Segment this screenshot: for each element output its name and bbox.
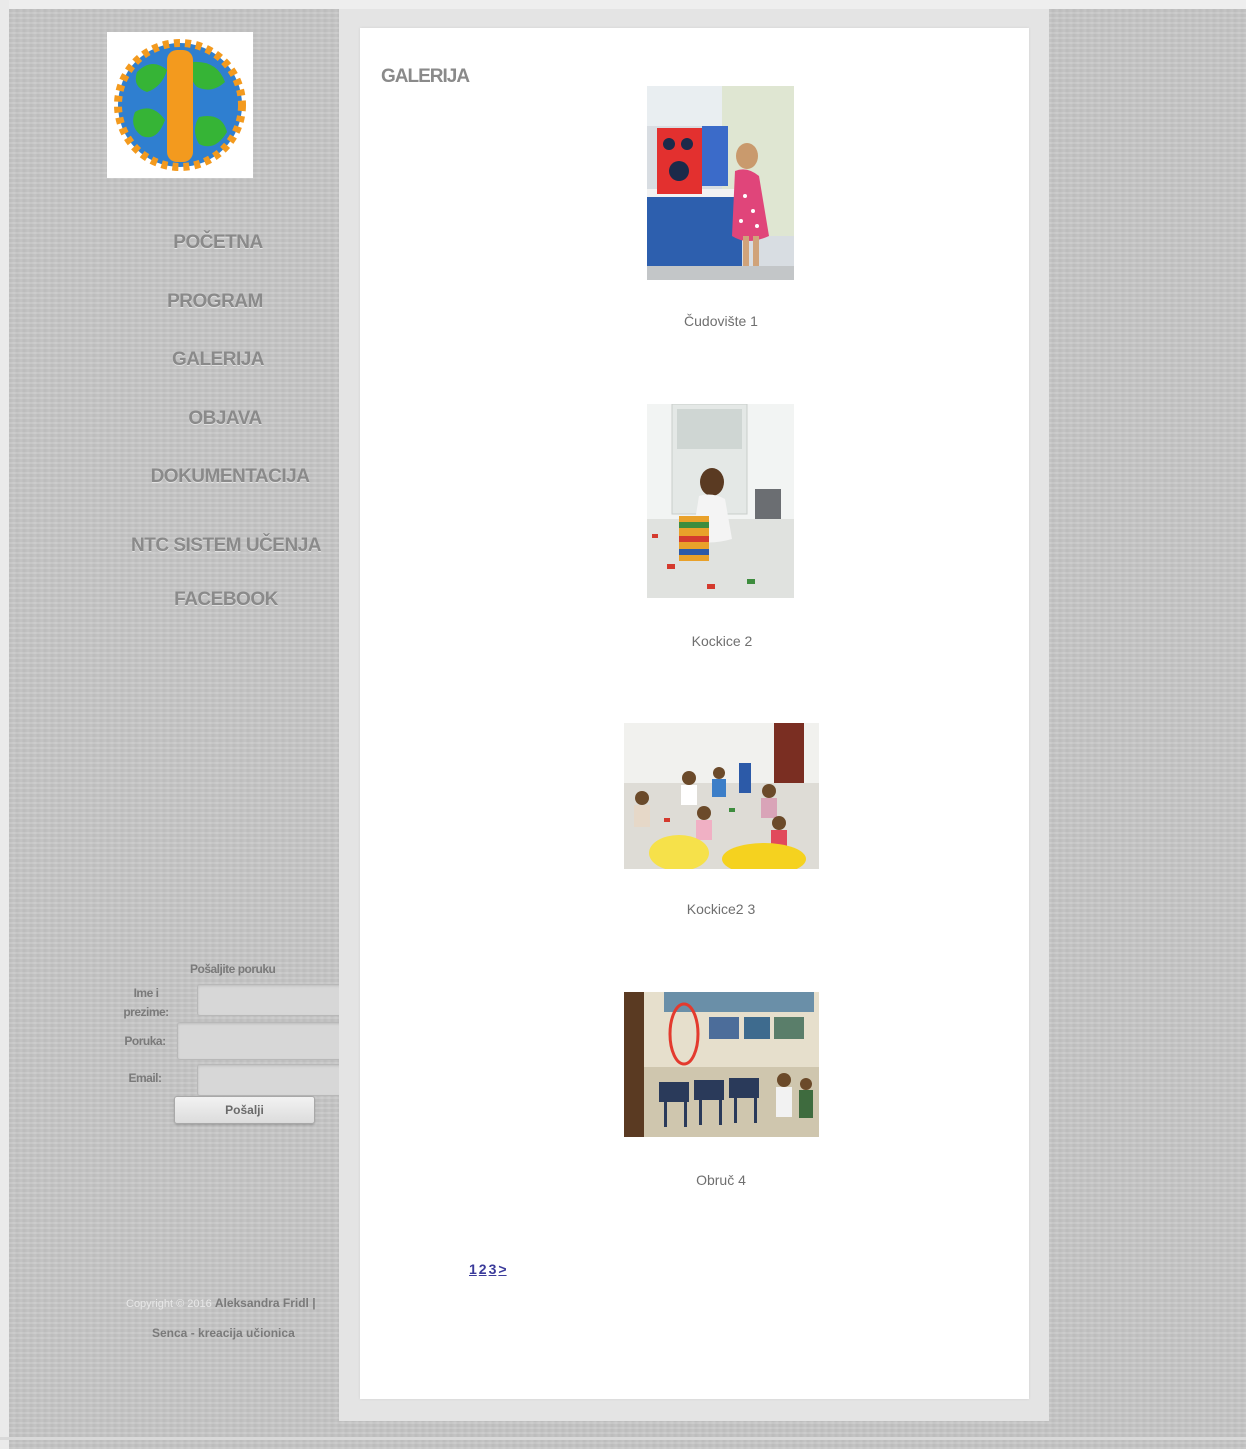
pagination: 1 2 3 >: [469, 1261, 509, 1277]
page-left-edge: [0, 0, 9, 1449]
name-input[interactable]: [197, 984, 342, 1016]
nav-item-pocetna[interactable]: POČETNA: [150, 232, 286, 254]
gallery-caption-2: Kockice 2: [691, 633, 753, 649]
copyright: Copyright © 2016 Aleksandra Fridl |: [126, 1296, 316, 1310]
gallery-caption-3: Kockice2 3: [686, 901, 756, 917]
gallery-photo-4[interactable]: [624, 992, 819, 1137]
gallery-photo-3[interactable]: [624, 723, 819, 869]
sidebar: [9, 9, 339, 1429]
gallery-caption-4: Obruč 4: [696, 1172, 746, 1188]
name-label: Ime i prezime:: [123, 986, 169, 1019]
send-button[interactable]: Pošalji: [174, 1096, 315, 1124]
page-link-next[interactable]: >: [498, 1261, 506, 1277]
gallery-photo-2[interactable]: [647, 404, 794, 598]
email-label: Email:: [128, 1071, 162, 1085]
copyright-site-link[interactable]: Senca - kreacija učionica: [152, 1326, 295, 1340]
copyright-author-link[interactable]: Aleksandra Fridl |: [215, 1296, 316, 1310]
page-bottom-line: [0, 1437, 1246, 1440]
message-label: Poruka:: [124, 1034, 166, 1048]
copyright-prefix: Copyright © 2016: [126, 1298, 212, 1310]
message-input[interactable]: [177, 1022, 342, 1060]
nav-item-objava[interactable]: OBJAVA: [160, 408, 290, 430]
email-input[interactable]: [197, 1064, 342, 1096]
page-link-1[interactable]: 1: [469, 1261, 477, 1277]
gallery-caption-1: Čudovište 1: [684, 313, 758, 329]
nav-item-facebook[interactable]: FACEBOOK: [160, 589, 292, 611]
nav-item-program[interactable]: PROGRAM: [150, 291, 280, 313]
nav-item-galerija[interactable]: GALERIJA: [150, 349, 286, 371]
nav-item-dokumentacija[interactable]: DOKUMENTACIJA: [140, 466, 320, 488]
contact-form-title: Pošaljite poruku: [190, 962, 276, 976]
page-title: GALERIJA: [381, 66, 470, 87]
gallery-photo-1[interactable]: [647, 86, 794, 280]
site-logo[interactable]: [107, 32, 253, 178]
page-link-3[interactable]: 3: [489, 1261, 497, 1277]
page-top-edge: [0, 0, 1246, 9]
nav-item-ntc-sistem[interactable]: NTC SISTEM UČENJA: [126, 535, 326, 557]
page-link-2[interactable]: 2: [479, 1261, 487, 1277]
